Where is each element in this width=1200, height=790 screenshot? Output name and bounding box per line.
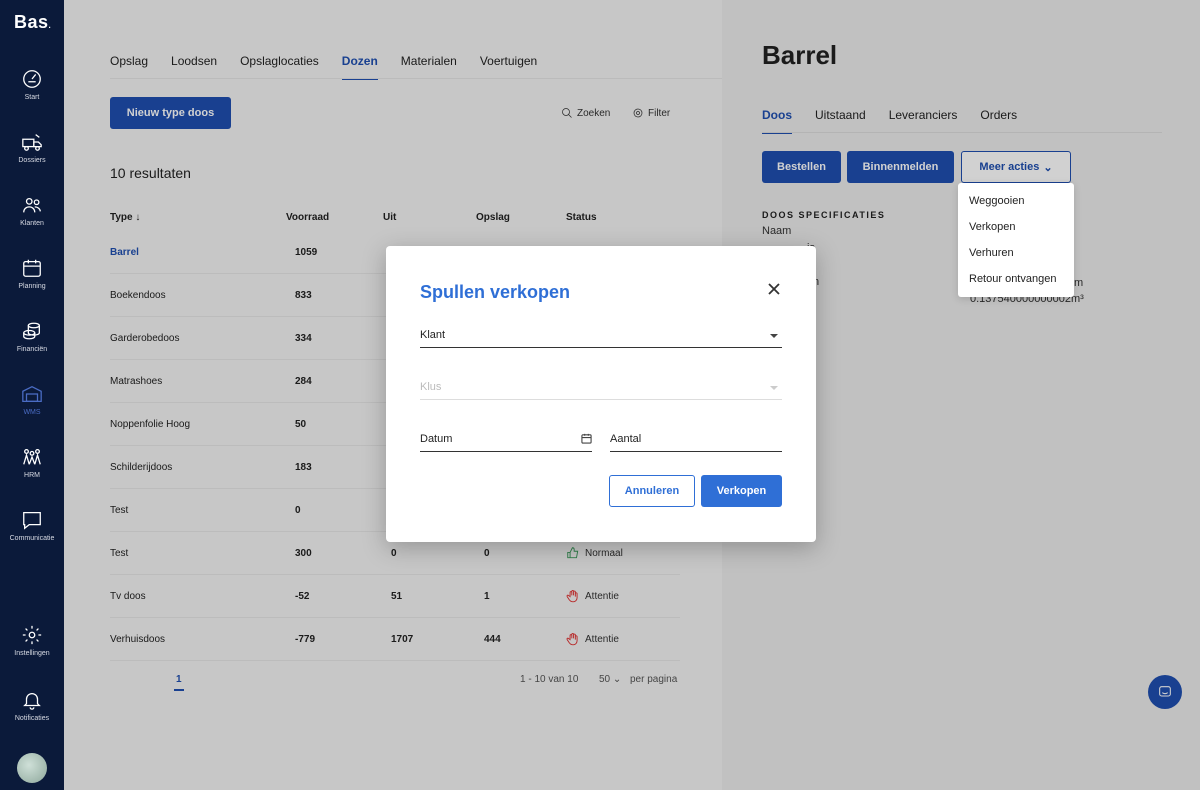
warehouse-icon <box>22 385 42 402</box>
caret-down-icon <box>770 386 778 390</box>
sidebar-item-instellingen[interactable]: Instellingen <box>0 624 64 657</box>
truck-icon <box>22 134 42 151</box>
sidebar-item-wms[interactable]: WMS <box>0 383 64 416</box>
close-icon <box>768 283 780 295</box>
sidebar-item-financien[interactable]: Financiën <box>0 320 64 353</box>
sidebar-item-klanten[interactable]: Klanten <box>0 194 64 227</box>
bell-icon <box>23 693 41 710</box>
coins-icon <box>23 322 40 340</box>
close-button[interactable] <box>766 281 782 297</box>
menu-item-verkopen[interactable]: Verkopen <box>969 221 1015 233</box>
sidebar-item-hrm[interactable]: HRM <box>0 446 64 479</box>
sidebar-item-communicatie[interactable]: Communicatie <box>0 509 64 542</box>
avatar[interactable] <box>17 753 47 783</box>
sell-items-dialog: Spullen verkopen Klant Klus Datum Aantal… <box>386 246 816 542</box>
team-icon <box>23 449 41 465</box>
sidebar: Bas. Start Dossiers Klanten Planning Fin… <box>0 0 64 790</box>
dialog-title: Spullen verkopen <box>420 282 571 302</box>
calendar-icon[interactable] <box>581 433 592 444</box>
datum-field[interactable]: Datum <box>420 430 592 452</box>
menu-item-verhuren[interactable]: Verhuren <box>969 247 1014 259</box>
sell-button[interactable]: Verkopen <box>701 475 782 507</box>
users-icon <box>23 197 41 213</box>
menu-item-weggooien[interactable]: Weggooien <box>969 195 1024 207</box>
caret-down-icon <box>770 334 778 338</box>
chat-icon <box>23 512 41 530</box>
klant-select[interactable]: Klant <box>420 326 782 348</box>
menu-item-retour-ontvangen[interactable]: Retour ontvangen <box>969 273 1056 285</box>
gear-icon <box>22 625 42 645</box>
sidebar-item-start[interactable]: Start <box>0 68 64 101</box>
cancel-button[interactable]: Annuleren <box>609 475 695 507</box>
calendar-icon <box>23 259 41 277</box>
klus-select: Klus <box>420 378 782 400</box>
sidebar-item-dossiers[interactable]: Dossiers <box>0 131 64 164</box>
more-actions-menu: Weggooien Verkopen Verhuren Retour ontva… <box>958 183 1074 297</box>
app-logo[interactable]: Bas. <box>14 12 51 33</box>
sidebar-item-notificaties[interactable]: Notificaties <box>0 689 64 722</box>
dashboard-icon <box>23 70 41 88</box>
aantal-field[interactable]: Aantal <box>610 430 782 452</box>
sidebar-item-planning[interactable]: Planning <box>0 257 64 290</box>
